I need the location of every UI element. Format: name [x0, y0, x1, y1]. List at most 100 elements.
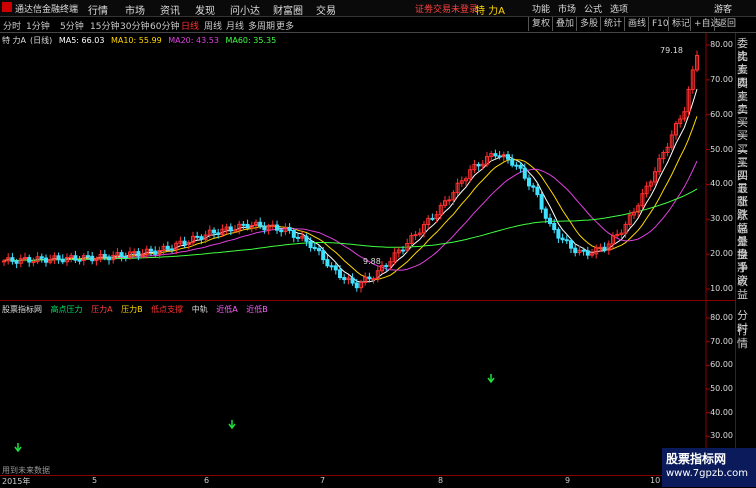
- date-axis: [0, 475, 735, 488]
- multi-stock-button[interactable]: 多股: [576, 17, 601, 31]
- indicator-legend: 股票指标网 高点压力 压力A 压力B 低点支撑 中轨 近低A 近低B: [2, 304, 274, 316]
- candle-body: [245, 223, 250, 229]
- indicator-pressure-a: 压力A: [91, 305, 113, 314]
- price-axis-label: 50.00: [710, 144, 733, 154]
- low-price-mark: 9.88: [363, 257, 381, 266]
- candle-body: [548, 217, 552, 224]
- menu-quotes[interactable]: 行情: [88, 2, 108, 17]
- overlay-button[interactable]: 叠加: [552, 17, 577, 31]
- candle-body: [518, 164, 523, 169]
- indicator-near-low-b: 近低B: [246, 305, 268, 314]
- indicator-low-support: 低点支撑: [151, 305, 184, 314]
- date-label: 7: [320, 476, 326, 485]
- candle-body: [279, 229, 284, 233]
- candle-body: [132, 251, 137, 254]
- candle-body: [2, 260, 6, 263]
- indicator-axis-label: 30.00: [710, 431, 733, 441]
- price-axis-label: 80.00: [710, 40, 733, 49]
- draw-line-button[interactable]: 画线: [624, 17, 649, 31]
- candle-body: [291, 229, 296, 238]
- statistics-button[interactable]: 统计: [600, 17, 625, 31]
- menu-market-right[interactable]: 市场: [558, 2, 576, 15]
- candle-body: [539, 194, 544, 210]
- period-weekly[interactable]: 周线: [204, 19, 222, 32]
- indicator-high-pressure: 高点压力: [50, 305, 83, 314]
- candle-body: [581, 249, 586, 252]
- period-15min[interactable]: 15分钟: [90, 19, 119, 32]
- candle-body: [39, 256, 44, 259]
- menu-guest[interactable]: 游客: [714, 2, 732, 15]
- kline-chart[interactable]: [0, 33, 735, 475]
- candle-body: [90, 255, 95, 262]
- indicator-axis-label: 40.00: [710, 407, 733, 417]
- price-axis-label: 60.00: [710, 109, 733, 119]
- candle-body: [497, 155, 502, 158]
- candle-body: [430, 217, 435, 220]
- side-tab[interactable]: 行情: [737, 324, 756, 350]
- period-more[interactable]: 更多: [276, 19, 294, 32]
- candle-body: [258, 221, 263, 227]
- date-label: 2015年: [2, 477, 31, 486]
- menu-news[interactable]: 资讯: [160, 2, 180, 17]
- candle-body: [367, 276, 372, 280]
- period-monthly[interactable]: 月线: [226, 19, 244, 32]
- side-tab[interactable]: 收益: [737, 275, 756, 301]
- indicator-axis-label: 80.00: [710, 313, 733, 322]
- candle-body: [287, 227, 292, 231]
- candle-body: [170, 248, 174, 251]
- price-axis-label: 70.00: [710, 74, 733, 84]
- candle-body: [552, 222, 557, 231]
- indicator-axis-label: 50.00: [710, 384, 733, 393]
- candle-body: [262, 225, 267, 231]
- indicator-axis-label: 60.00: [710, 360, 733, 370]
- candle-body: [275, 224, 279, 231]
- candle-body: [77, 259, 82, 262]
- candle-body: [585, 250, 590, 256]
- period-timeshare[interactable]: 分时: [3, 19, 21, 32]
- menu-ask[interactable]: 问小达: [230, 2, 260, 17]
- candle-body: [527, 177, 531, 187]
- candle-body: [329, 265, 334, 268]
- indicator-name[interactable]: 股票指标网: [2, 305, 42, 314]
- candle-body: [338, 269, 342, 279]
- indicator-pressure-b: 压力B: [121, 305, 143, 314]
- period-multi[interactable]: 多周期: [248, 19, 275, 32]
- candle-body: [86, 255, 90, 258]
- stock-name: 特 力A: [475, 6, 506, 17]
- date-label: 10: [650, 476, 661, 485]
- menu-function[interactable]: 功能: [532, 2, 550, 15]
- menu-discover[interactable]: 发现: [195, 2, 215, 17]
- app-name: 通达信金融终端: [15, 5, 79, 15]
- menu-wealth[interactable]: 财富圈: [273, 2, 303, 17]
- candle-body: [531, 185, 536, 188]
- login-alert[interactable]: 证劵交易未登录: [415, 2, 478, 15]
- candle-body: [325, 259, 330, 267]
- candle-body: [296, 236, 300, 239]
- ma5-line: [3, 88, 698, 283]
- period-1min[interactable]: 1分钟: [26, 19, 50, 32]
- candle-body: [56, 255, 61, 260]
- candle-body: [413, 234, 418, 237]
- candle-body: [556, 229, 561, 239]
- restore-rights-button[interactable]: 复权: [528, 17, 553, 31]
- candle-body: [107, 256, 111, 261]
- candle-body: [27, 257, 32, 263]
- menu-formula[interactable]: 公式: [584, 2, 602, 15]
- period-60min[interactable]: 60分钟: [150, 19, 179, 32]
- candle-body: [119, 252, 124, 258]
- candle-body: [233, 229, 237, 232]
- candle-body: [350, 277, 355, 284]
- date-label: 5: [92, 476, 98, 485]
- watermark-logo: 股票指标网 www.7gpzb.com: [662, 448, 756, 487]
- menu-market[interactable]: 市场: [125, 2, 145, 17]
- menu-options[interactable]: 选项: [610, 2, 628, 15]
- right-side-panel: 委比 卖五 卖四 卖三 卖二 卖一 买一 买二 买三 买四 买五 最新 涨跌 涨幅 总量 外盘 换手 净资 收益 分…: [735, 33, 756, 484]
- period-daily[interactable]: 日线: [181, 19, 199, 32]
- candle-body: [153, 250, 158, 255]
- back-button[interactable]: 返回: [714, 17, 739, 31]
- menu-trade[interactable]: 交易: [316, 2, 336, 17]
- period-30min[interactable]: 30分钟: [120, 19, 149, 32]
- date-label: 6: [204, 476, 210, 485]
- period-5min[interactable]: 5分钟: [60, 19, 84, 32]
- candle-body: [476, 163, 481, 167]
